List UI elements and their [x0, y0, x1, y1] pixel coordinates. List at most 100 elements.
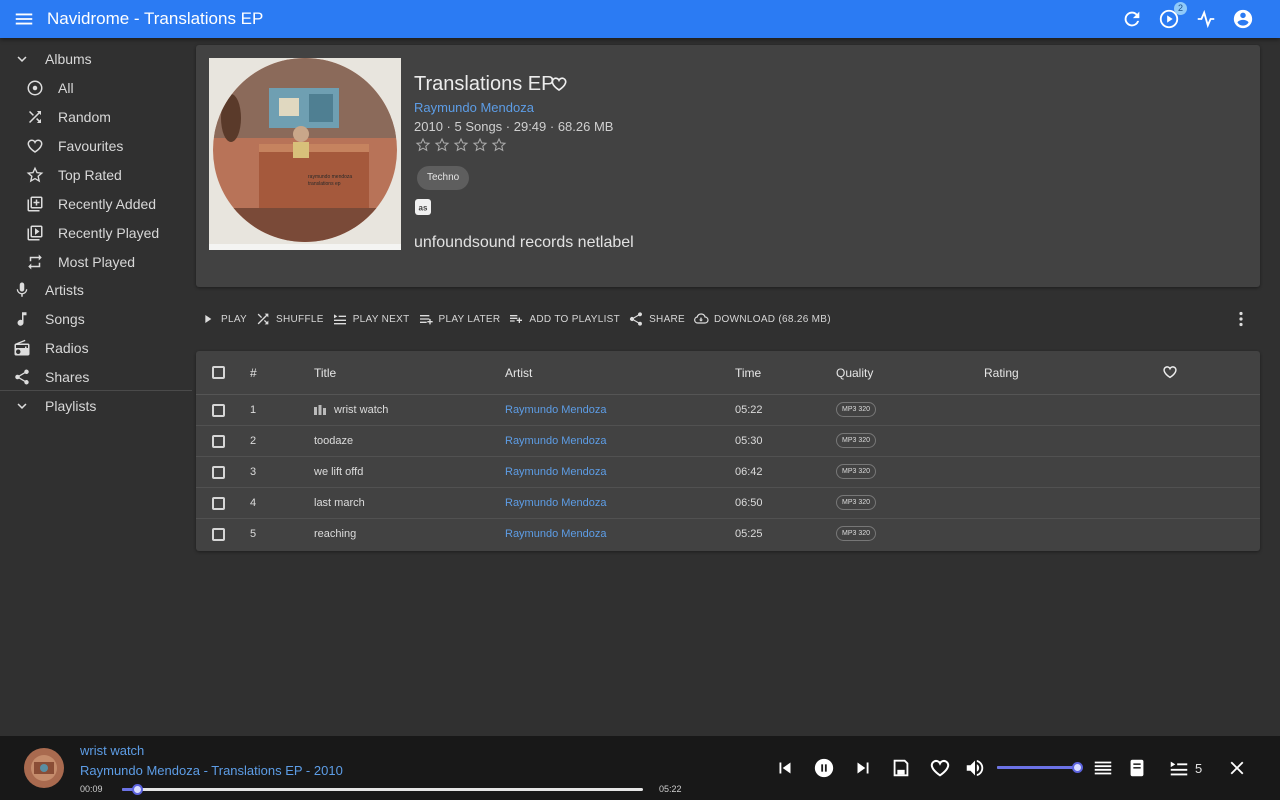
star-icon[interactable]	[434, 137, 450, 153]
account-icon[interactable]	[1232, 8, 1254, 30]
sidebar-item-recently-added[interactable]: Recently Added	[0, 190, 192, 218]
column-header-artist[interactable]: Artist	[505, 366, 532, 380]
now-playing-subtitle[interactable]: Raymundo Mendoza - Translations EP - 201…	[80, 763, 343, 778]
row-checkbox[interactable]	[212, 528, 225, 541]
playlist-icon[interactable]	[1092, 757, 1114, 779]
column-header-number: #	[250, 366, 257, 380]
track-title: reaching	[314, 528, 357, 540]
table-row[interactable]: 1 wrist watch Raymundo Mendoza 05:22 MP3…	[196, 395, 1260, 426]
column-header-title[interactable]: Title	[314, 366, 336, 380]
sidebar-item-label: Random	[58, 109, 111, 125]
star-icon[interactable]	[491, 137, 507, 153]
progress-slider[interactable]	[122, 784, 643, 795]
column-header-rating[interactable]: Rating	[984, 366, 1019, 380]
video-library-icon	[27, 225, 43, 241]
refresh-icon[interactable]	[1121, 8, 1143, 30]
sidebar-item-artists[interactable]: Artists	[0, 276, 192, 304]
play-next-button[interactable]: PLAY NEXT	[332, 311, 410, 327]
cover-text-2: translations ep	[308, 181, 341, 187]
close-icon[interactable]	[1226, 757, 1248, 779]
track-artist-link[interactable]: Raymundo Mendoza	[505, 497, 607, 509]
now-playing-title[interactable]: wrist watch	[80, 743, 144, 758]
track-title: toodaze	[314, 435, 354, 447]
star-icon[interactable]	[472, 137, 488, 153]
sidebar-item-shares[interactable]: Shares	[0, 363, 192, 391]
track-time: 05:22	[735, 404, 763, 416]
sidebar-item-albums[interactable]: Albums	[0, 45, 192, 73]
lastfm-icon[interactable]: as	[415, 199, 431, 215]
queue-count: 5	[1195, 761, 1203, 776]
star-icon[interactable]	[415, 137, 431, 153]
heart-icon[interactable]	[929, 757, 951, 779]
current-time: 00:09	[80, 784, 103, 794]
now-playing-cover[interactable]	[24, 748, 64, 788]
more-vert-icon[interactable]	[1233, 310, 1249, 328]
volume-up-icon[interactable]	[964, 757, 986, 779]
volume-handle[interactable]	[1072, 762, 1083, 773]
quality-badge: MP3 320	[836, 433, 877, 448]
column-header-quality[interactable]: Quality	[836, 366, 873, 380]
sidebar-item-favourites[interactable]: Favourites	[0, 132, 192, 160]
sidebar-item-random[interactable]: Random	[0, 103, 192, 131]
track-artist-link[interactable]: Raymundo Mendoza	[505, 528, 607, 540]
album-meta: 2010 · 5 Songs · 29:49 · 68.26 MB	[414, 119, 614, 134]
genre-chip[interactable]: Techno	[417, 166, 470, 190]
row-checkbox[interactable]	[212, 435, 225, 448]
sidebar-divider	[0, 390, 192, 391]
heart-icon[interactable]	[550, 75, 568, 93]
select-all-checkbox[interactable]	[212, 366, 225, 379]
menu-icon[interactable]	[13, 8, 35, 30]
sidebar-item-label: Top Rated	[58, 167, 122, 183]
track-title: last march	[314, 497, 365, 509]
activity-queue-icon[interactable]: 2	[1158, 2, 1187, 30]
row-checkbox[interactable]	[212, 404, 225, 417]
sidebar-item-recently-played[interactable]: Recently Played	[0, 219, 192, 247]
star-icon	[26, 166, 44, 183]
rating-stars[interactable]	[415, 137, 507, 153]
sidebar-item-top-rated[interactable]: Top Rated	[0, 161, 192, 189]
sidebar-item-songs[interactable]: Songs	[0, 305, 192, 333]
save-queue-icon[interactable]	[890, 757, 912, 779]
lyrics-icon[interactable]	[1126, 757, 1148, 779]
activity-icon[interactable]	[1195, 8, 1217, 30]
skip-next-icon[interactable]	[852, 757, 874, 779]
add-to-playlist-button[interactable]: ADD TO PLAYLIST	[508, 311, 620, 327]
table-row[interactable]: 2 toodaze Raymundo Mendoza 05:30 MP3 320	[196, 426, 1260, 457]
star-icon[interactable]	[453, 137, 469, 153]
row-checkbox[interactable]	[212, 466, 225, 479]
row-checkbox[interactable]	[212, 497, 225, 510]
table-row[interactable]: 3 we lift offd Raymundo Mendoza 06:42 MP…	[196, 457, 1260, 488]
track-artist-link[interactable]: Raymundo Mendoza	[505, 466, 607, 478]
mic-icon	[16, 282, 28, 297]
play-later-button[interactable]: PLAY LATER	[418, 311, 501, 327]
track-artist-link[interactable]: Raymundo Mendoza	[505, 404, 607, 416]
share-button[interactable]: SHARE	[628, 311, 685, 327]
download-button[interactable]: DOWNLOAD (68.26 MB)	[693, 311, 831, 327]
sidebar-item-playlists[interactable]: Playlists	[0, 392, 192, 420]
queue-icon[interactable]	[1168, 757, 1190, 779]
table-row[interactable]: 4 last march Raymundo Mendoza 06:50 MP3 …	[196, 488, 1260, 519]
play-next-icon	[333, 314, 346, 325]
volume-slider[interactable]	[997, 762, 1083, 773]
album-artist-link[interactable]: Raymundo Mendoza	[414, 100, 534, 115]
play-button[interactable]: PLAY	[200, 311, 247, 327]
pause-icon[interactable]	[813, 757, 835, 779]
heart-icon	[27, 139, 43, 153]
progress-handle[interactable]	[131, 784, 143, 795]
track-artist-link[interactable]: Raymundo Mendoza	[505, 435, 607, 447]
table-row[interactable]: 5 reaching Raymundo Mendoza 05:25 MP3 32…	[196, 519, 1260, 550]
heart-icon[interactable]	[1162, 364, 1178, 380]
track-table: # Title Artist Time Quality Rating 1 wri…	[196, 351, 1260, 551]
quality-badge: MP3 320	[836, 495, 877, 510]
shuffle-button[interactable]: SHUFFLE	[255, 311, 324, 327]
table-header: # Title Artist Time Quality Rating	[196, 351, 1260, 395]
column-header-time[interactable]: Time	[735, 366, 761, 380]
skip-previous-icon[interactable]	[774, 757, 796, 779]
sidebar-item-radios[interactable]: Radios	[0, 334, 192, 362]
sidebar-item-most-played[interactable]: Most Played	[0, 248, 192, 276]
album-cover[interactable]: raymundo mendoza translations ep	[209, 58, 401, 250]
music-note-icon	[17, 312, 27, 326]
track-title: wrist watch	[314, 404, 388, 416]
album-title: Translations EP	[414, 73, 555, 95]
sidebar-item-all[interactable]: All	[0, 74, 192, 102]
